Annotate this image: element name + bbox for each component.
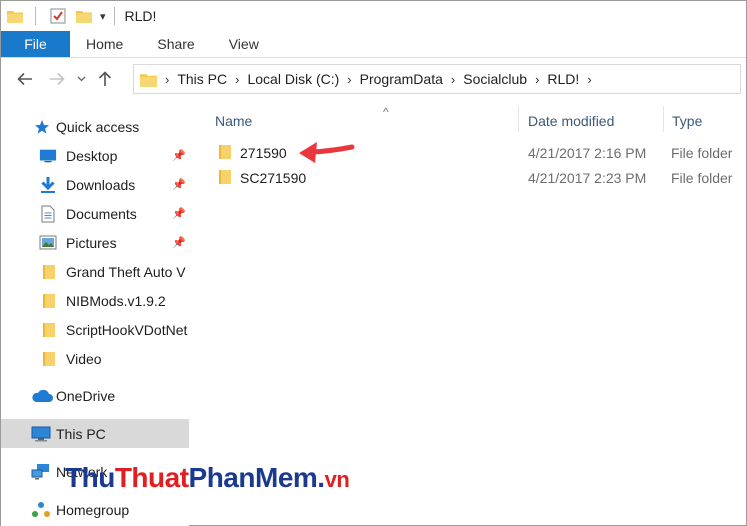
sidebar-item-label: Grand Theft Auto V — [66, 263, 186, 280]
address-bar[interactable]: › This PC › Local Disk (C:) › ProgramDat… — [133, 64, 741, 94]
cloud-icon — [31, 388, 53, 404]
documents-icon — [39, 205, 57, 222]
breadcrumb-rld[interactable]: RLD! — [547, 71, 579, 87]
sidebar-item-nibmods[interactable]: NIBMods.v1.9.2 — [1, 286, 189, 315]
sidebar-item-label: Downloads — [66, 176, 136, 193]
tab-share[interactable]: Share — [140, 31, 211, 57]
sidebar-item-quick-access[interactable]: Quick access — [1, 112, 189, 141]
homegroup-icon — [30, 501, 52, 518]
folder-icon — [140, 72, 157, 87]
sidebar-item-desktop[interactable]: Desktop 📌 — [1, 141, 189, 170]
file-name: SC271590 — [240, 170, 307, 186]
sidebar-item-label: Documents — [66, 205, 137, 222]
sidebar-item-label: NIBMods.v1.9.2 — [66, 292, 166, 309]
divider — [35, 7, 36, 25]
tab-view[interactable]: View — [212, 31, 276, 57]
pictures-icon — [39, 235, 57, 251]
forward-button[interactable] — [42, 64, 72, 94]
back-button[interactable] — [10, 64, 40, 94]
new-folder-icon[interactable] — [76, 9, 92, 23]
pin-icon[interactable]: 📌 — [172, 149, 186, 162]
navigation-bar: › This PC › Local Disk (C:) › ProgramDat… — [1, 58, 746, 100]
sidebar-item-label: Pictures — [66, 234, 117, 251]
breadcrumb-programdata[interactable]: ProgramData — [360, 71, 443, 87]
network-icon — [30, 463, 52, 480]
desktop-icon — [39, 148, 57, 164]
forward-arrow-icon — [50, 72, 65, 86]
divider — [113, 7, 115, 25]
tab-file[interactable]: File — [1, 31, 70, 57]
sidebar-item-label: Video — [66, 350, 102, 367]
sidebar-item-grand-theft-auto-v[interactable]: Grand Theft Auto V — [1, 257, 189, 286]
column-header-type[interactable]: Type — [672, 109, 702, 133]
file-name: 271590 — [240, 145, 287, 161]
sidebar-item-onedrive[interactable]: OneDrive — [1, 381, 189, 410]
column-header-name[interactable]: ^ Name — [215, 105, 389, 133]
folder-icon — [40, 322, 58, 338]
annotation-arrow-icon — [299, 142, 355, 163]
breadcrumb-separator[interactable]: › — [347, 72, 351, 87]
folder-icon — [7, 9, 23, 23]
column-divider[interactable] — [518, 106, 519, 132]
sidebar-item-label: Homegroup — [56, 501, 130, 518]
tab-home[interactable]: Home — [70, 31, 140, 57]
column-divider[interactable] — [663, 106, 664, 132]
folder-icon — [217, 144, 233, 163]
sidebar-item-homegroup[interactable]: Homegroup — [1, 495, 189, 524]
window-title: RLD! — [124, 8, 157, 24]
sidebar-item-label: This PC — [56, 425, 106, 442]
breadcrumb-local-disk[interactable]: Local Disk (C:) — [247, 71, 339, 87]
sort-ascending-icon: ^ — [383, 105, 389, 119]
list-item[interactable]: SC271590 4/21/2017 2:23 PM File folder — [211, 166, 746, 190]
file-type: File folder — [671, 145, 733, 161]
sidebar-item-this-pc[interactable]: This PC — [1, 419, 189, 448]
breadcrumb-separator[interactable]: › — [165, 72, 169, 87]
breadcrumb-separator[interactable]: › — [235, 72, 239, 87]
up-button[interactable] — [90, 64, 120, 94]
breadcrumb-separator[interactable]: › — [451, 72, 455, 87]
recent-locations-button[interactable] — [72, 76, 90, 82]
sidebar-item-documents[interactable]: Documents 📌 — [1, 199, 189, 228]
title-bar: ▾ RLD! — [1, 1, 746, 31]
pin-icon[interactable]: 📌 — [172, 236, 186, 249]
folder-icon — [40, 293, 58, 309]
sidebar-item-pictures[interactable]: Pictures 📌 — [1, 228, 189, 257]
folder-icon — [40, 264, 58, 280]
breadcrumb-socialclub[interactable]: Socialclub — [463, 71, 527, 87]
file-date: 4/21/2017 2:16 PM — [528, 145, 647, 161]
pin-icon[interactable]: 📌 — [172, 207, 186, 220]
column-header-date-modified[interactable]: Date modified — [528, 109, 614, 133]
watermark-logo: ThuThuatPhanMem.vn — [65, 462, 350, 493]
star-icon — [33, 119, 51, 135]
breadcrumb-separator[interactable]: › — [587, 72, 591, 87]
folder-icon — [217, 169, 233, 188]
properties-icon[interactable] — [50, 8, 66, 24]
customize-quick-access-icon[interactable]: ▾ — [100, 10, 106, 23]
folder-icon — [40, 351, 58, 367]
sidebar-item-scripthookvdotnet[interactable]: ScriptHookVDotNet — [1, 315, 189, 344]
list-item[interactable]: 271590 4/21/2017 2:16 PM File folder — [211, 141, 746, 165]
sidebar-item-video[interactable]: Video — [1, 344, 189, 373]
breadcrumb-separator[interactable]: › — [535, 72, 539, 87]
sidebar-item-label: Quick access — [56, 118, 140, 135]
computer-icon — [30, 426, 52, 442]
column-header-label: Name — [215, 113, 253, 129]
sidebar-item-label: OneDrive — [56, 387, 116, 404]
sidebar-item-label: ScriptHookVDotNet — [66, 321, 188, 338]
file-type: File folder — [671, 170, 733, 186]
ribbon-tabs: File Home Share View — [1, 31, 746, 58]
sidebar-item-downloads[interactable]: Downloads 📌 — [1, 170, 189, 199]
download-icon — [39, 176, 57, 193]
breadcrumb-this-pc[interactable]: This PC — [177, 71, 227, 87]
sidebar-item-label: Desktop — [66, 147, 118, 164]
back-arrow-icon — [17, 72, 32, 86]
chevron-down-icon — [77, 76, 85, 82]
up-arrow-icon — [98, 71, 112, 86]
pin-icon[interactable]: 📌 — [172, 178, 186, 191]
file-date: 4/21/2017 2:23 PM — [528, 170, 647, 186]
